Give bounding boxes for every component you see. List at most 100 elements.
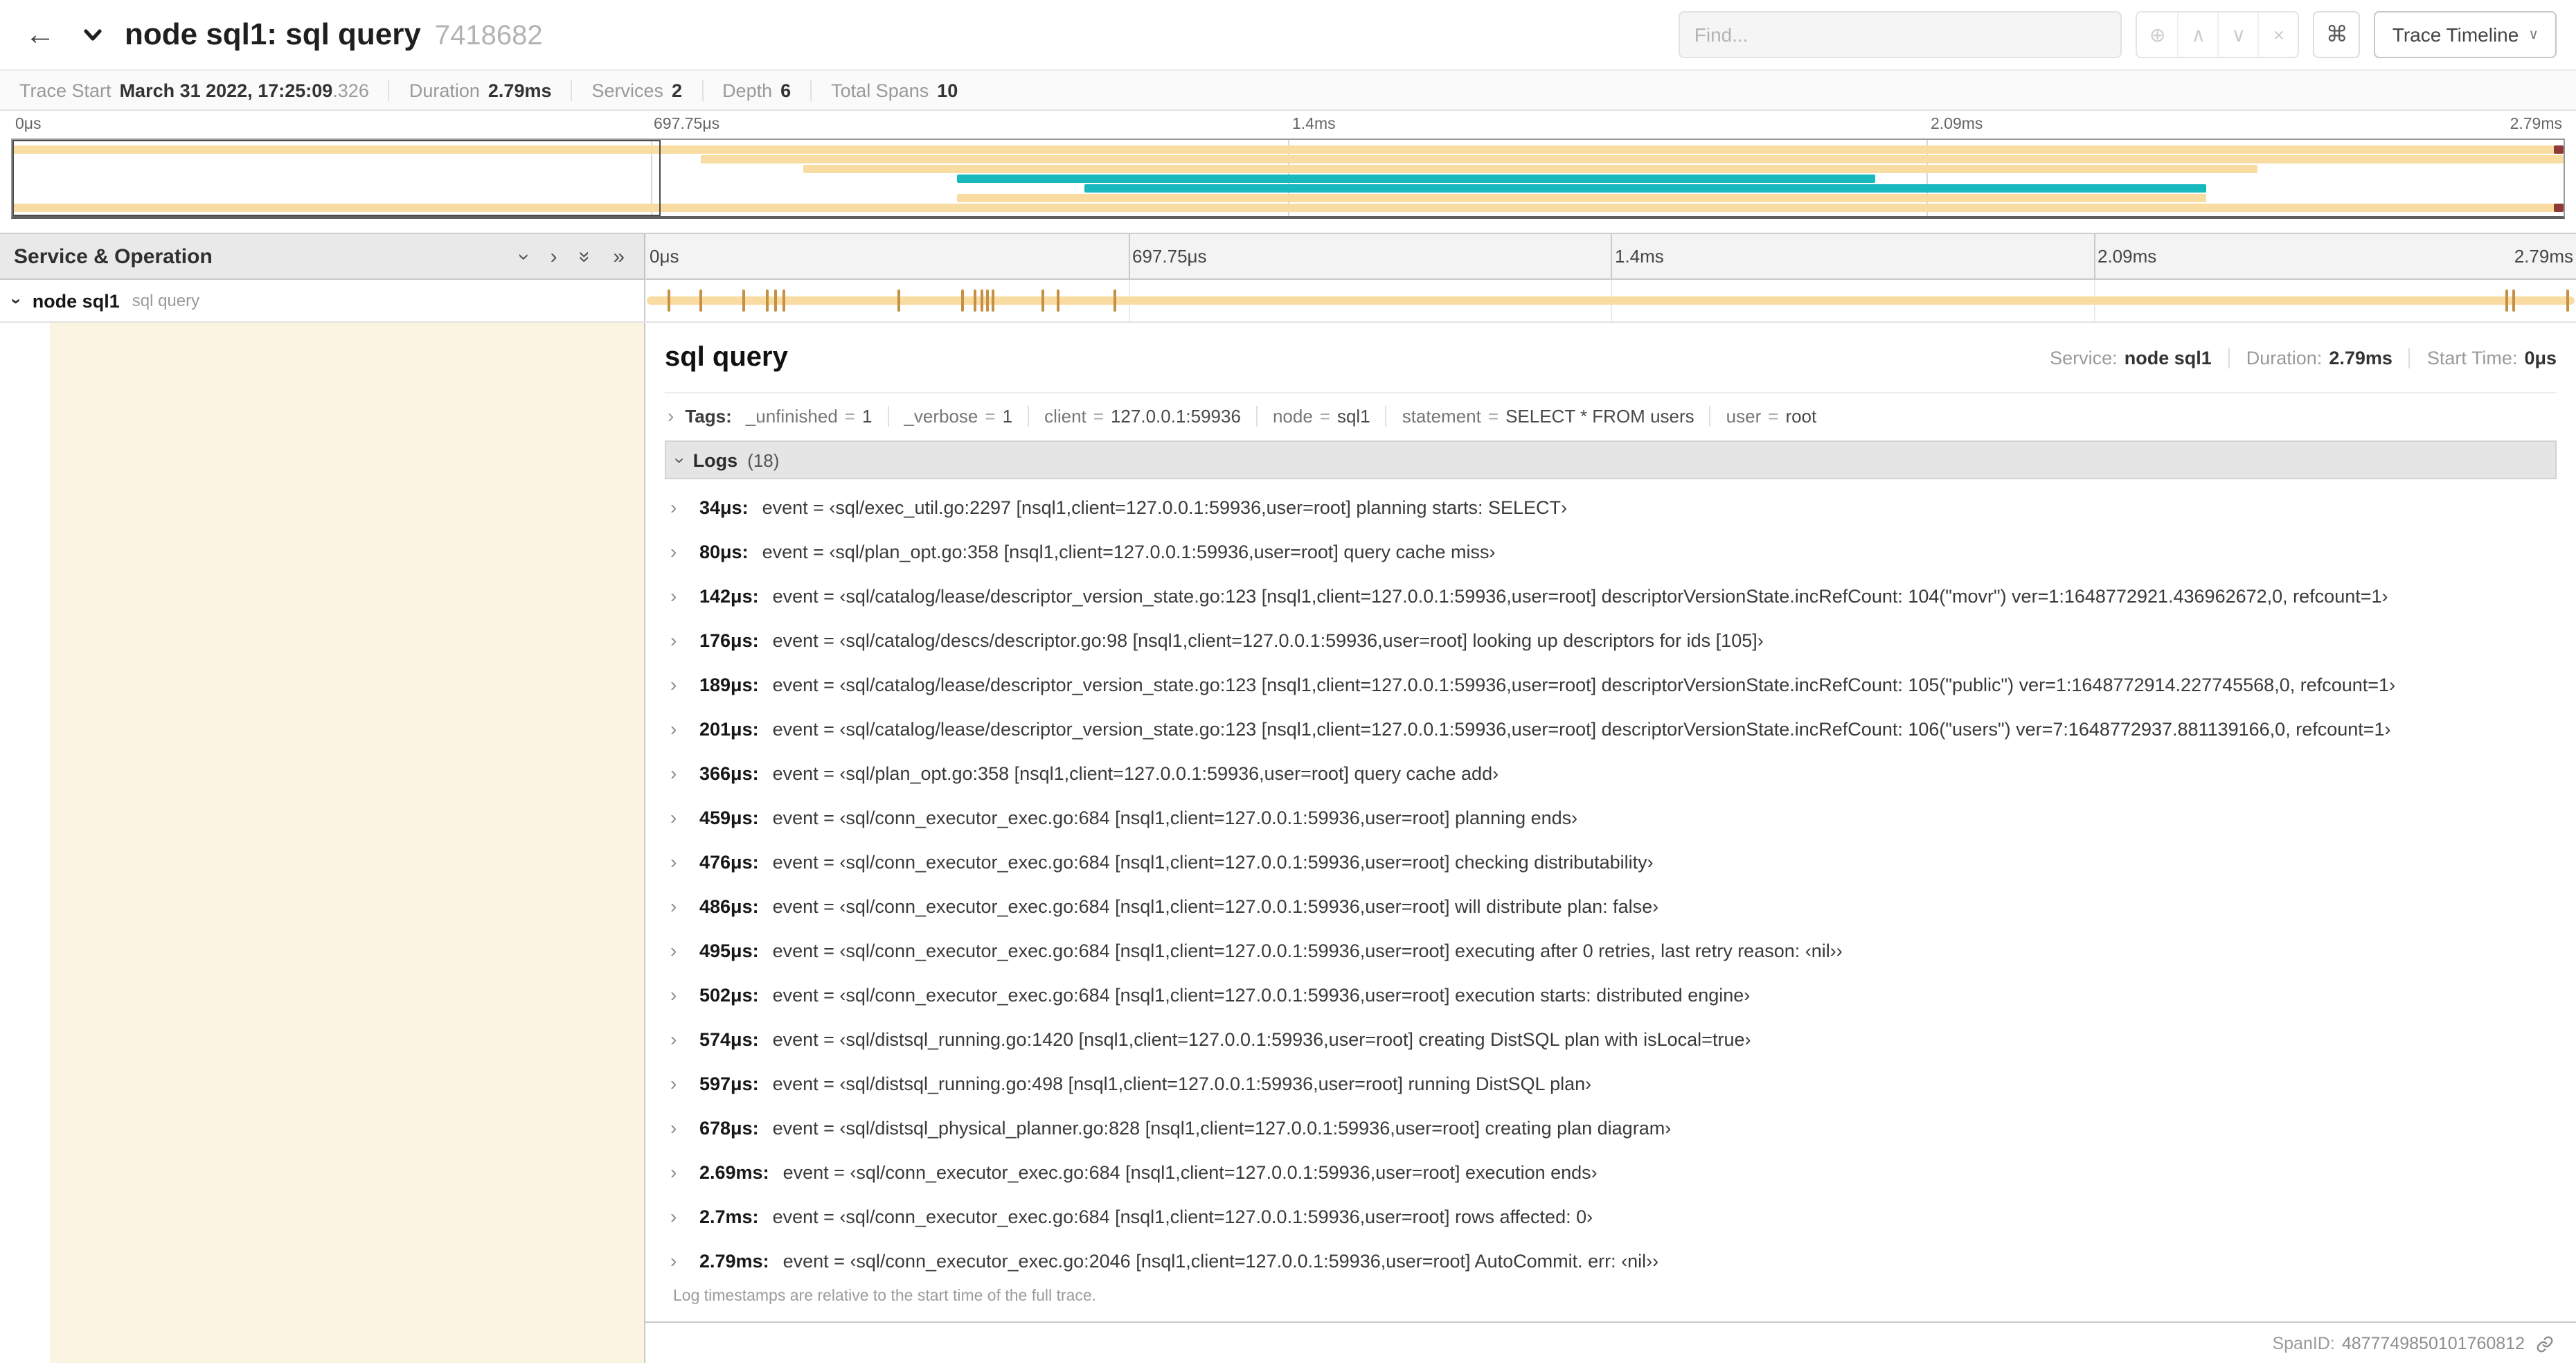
log-row[interactable]: › 495μs: event = ‹sql/conn_executor_exec.g… [665,928,2557,972]
tag-value: sql1 [1336,405,1370,426]
log-row[interactable]: › 366μs: event = ‹sql/plan_opt.go:358 [nsq… [665,751,2557,795]
log-timestamp: 597μs: [699,1073,759,1094]
log-row[interactable]: › 2.69ms: event = ‹sql/conn_executor_exec.… [665,1150,2557,1194]
chevron-right-icon[interactable]: › [668,406,674,425]
tag-key: node [1272,405,1313,426]
summary-value: 2.79ms [2329,347,2392,368]
chevron-right-icon[interactable]: › [670,497,691,517]
chevron-right-icon[interactable]: › [670,896,691,916]
chevron-right-icon[interactable]: › [670,542,691,561]
log-row[interactable]: › 189μs: event = ‹sql/catalog/lease/descri… [665,662,2557,706]
stat-trace-start: Trace Start March 31 2022, 17:25:09.326 [19,80,388,100]
chevron-right-icon[interactable]: › [670,1162,691,1182]
log-event-text: event = ‹sql/exec_util.go:2297 [nsql1,cl… [762,497,1568,517]
focus-match-button[interactable]: ⊕ [2138,12,2178,57]
log-timestamp: 366μs: [699,763,759,783]
minimap-canvas[interactable] [11,139,2565,219]
tag-user[interactable]: user = root [1709,405,1832,426]
log-timestamp: 459μs: [699,807,759,828]
tag-key: _unfinished [745,405,838,426]
log-row[interactable]: › 2.79ms: event = ‹sql/conn_executor_exec.… [665,1238,2557,1283]
span-row[interactable]: › node sql1 sql query [0,280,2576,323]
log-event-text: event = ‹sql/distsql_physical_planner.go… [772,1117,1672,1138]
chevron-right-icon[interactable]: › [670,675,691,694]
log-row[interactable]: › 201μs: event = ‹sql/catalog/lease/descri… [665,706,2557,751]
tag-key: statement [1402,405,1481,426]
minimap-span-bar [956,194,2207,202]
tags-list: _unfinished = 1 _verbose = 1 client = 127.0.0.1:… [743,405,1832,426]
service-operation-label: Service & Operation [14,244,213,268]
logs-section-header[interactable]: › Logs (18) [665,440,2557,479]
tag-statement[interactable]: statement = SELECT * FROM users [1385,405,1710,426]
back-button[interactable]: ← [19,19,61,50]
tag-_verbose[interactable]: _verbose = 1 [887,405,1028,426]
jaeger-trace-view: ← node sql1: sql query 7418682 ⊕ ∧ ∨ × ⌘ … [0,0,2576,1363]
minimap-viewport[interactable] [12,140,661,216]
link-icon[interactable] [2536,1335,2554,1353]
chevron-right-icon[interactable]: › [670,586,691,605]
log-row[interactable]: › 678μs: event = ‹sql/distsql_physical_pla… [665,1105,2557,1150]
log-row[interactable]: › 486μs: event = ‹sql/conn_executor_exec.g… [665,884,2557,928]
clear-search-button[interactable]: × [2257,12,2298,57]
find-input[interactable] [1679,11,2122,58]
log-row[interactable]: › 176μs: event = ‹sql/catalog/descs/descri… [665,618,2557,662]
tags-row[interactable]: › Tags: _unfinished = 1 _verbose = 1 client = 12… [665,393,2557,438]
span-name-cell[interactable]: › node sql1 sql query [0,280,645,321]
log-row[interactable]: › 34μs: event = ‹sql/exec_util.go:2297 [ns… [665,485,2557,529]
expand-one-button[interactable]: › [551,246,557,267]
minimap-span-bar [701,155,2564,163]
tags-label: Tags: [685,405,732,426]
keyboard-shortcuts-button[interactable]: ⌘ [2313,11,2361,58]
trace-collapse-button[interactable] [75,21,111,48]
chevron-right-icon[interactable]: › [670,763,691,783]
log-row[interactable]: › 142μs: event = ‹sql/catalog/lease/descri… [665,573,2557,618]
log-timestamp: 495μs: [699,940,759,961]
log-row[interactable]: › 476μs: event = ‹sql/conn_executor_exec.g… [665,839,2557,884]
tag-client[interactable]: client = 127.0.0.1:59936 [1028,405,1256,426]
log-row[interactable]: › 574μs: event = ‹sql/distsql_running.go:1… [665,1017,2557,1061]
time-tick-label: 2.79ms [2510,116,2562,133]
next-match-button[interactable]: ∨ [2217,12,2258,57]
chevron-right-icon[interactable]: › [670,1251,691,1270]
collapse-all-button[interactable]: » [573,246,597,267]
expand-all-button[interactable]: » [613,246,625,267]
chevron-right-icon[interactable]: › [670,1029,691,1049]
tag-_unfinished[interactable]: _unfinished = 1 [743,405,888,426]
log-marker [2566,289,2569,312]
log-timestamp: 678μs: [699,1117,759,1138]
log-timestamp: 80μs: [699,541,749,562]
prev-match-button[interactable]: ∧ [2177,12,2218,57]
log-row[interactable]: › 459μs: event = ‹sql/conn_executor_exec.g… [665,795,2557,839]
log-row[interactable]: › 597μs: event = ‹sql/distsql_running.go:4… [665,1061,2557,1105]
stat-label: Trace Start [19,80,111,100]
chevron-right-icon[interactable]: › [670,941,691,960]
stat-value: 2.79ms [488,80,552,100]
chevron-right-icon[interactable]: › [670,1074,691,1093]
stat-duration: Duration 2.79ms [388,80,571,100]
trace-view-selector[interactable]: Trace Timeline ∨ [2374,11,2557,58]
span-bar-cell[interactable] [645,280,2576,321]
collapse-one-button[interactable]: › [513,246,537,267]
chevron-right-icon[interactable]: › [670,719,691,738]
chevron-right-icon[interactable]: › [670,852,691,871]
log-row[interactable]: › 80μs: event = ‹sql/plan_opt.go:358 [nsql… [665,529,2557,573]
log-marker [1041,289,1044,312]
tag-node[interactable]: node = sql1 [1255,405,1386,426]
chevron-right-icon[interactable]: › [670,808,691,827]
log-row[interactable]: › 2.7ms: event = ‹sql/conn_executor_exec.g… [665,1194,2557,1238]
chevron-right-icon[interactable]: › [670,1118,691,1137]
minimap-span-bar [956,175,1875,183]
span-detail-title: sql query [665,341,788,372]
chevron-down-icon: ∨ [2231,23,2246,45]
span-collapse-icon[interactable]: › [6,298,27,304]
minimap-span-bar [2553,204,2564,212]
span-duration-bar[interactable] [647,296,2575,305]
command-icon: ⌘ [2325,24,2348,47]
log-row[interactable]: › 502μs: event = ‹sql/conn_executor_exec.g… [665,972,2557,1017]
log-event-text: event = ‹sql/distsql_running.go:498 [nsq… [772,1073,1592,1094]
chevron-right-icon[interactable]: › [670,985,691,1004]
stat-total-spans: Total Spans 10 [810,80,977,100]
chevron-right-icon[interactable]: › [670,1206,691,1226]
chevron-right-icon[interactable]: › [670,630,691,650]
log-timestamp: 502μs: [699,984,759,1005]
